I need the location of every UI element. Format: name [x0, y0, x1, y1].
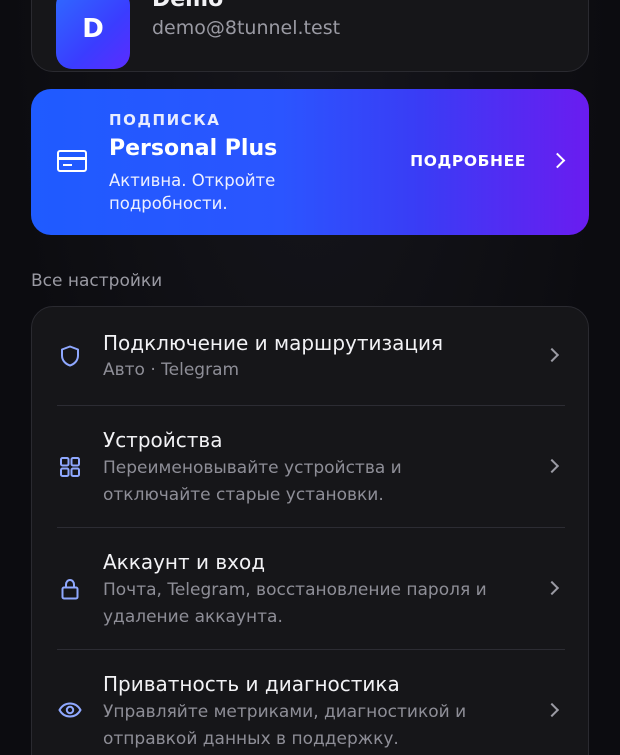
settings-item-title: Аккаунт и вход: [103, 550, 266, 574]
subscription-plan: Personal Plus: [109, 136, 278, 161]
eye-icon: [58, 702, 82, 718]
lock-icon: [61, 578, 79, 600]
subscription-eyebrow: ПОДПИСКА: [109, 111, 221, 129]
subscription-description: Активна. Откройте подробности.: [109, 171, 276, 213]
chevron-right-icon: [544, 580, 560, 596]
settings-item-title: Устройства: [103, 428, 223, 452]
settings-item-subtitle: Почта, Telegram, восстановление пароля и…: [103, 580, 487, 627]
subscription-more-button[interactable]: ПОДРОБНЕЕ: [410, 152, 526, 170]
settings-item-subtitle: Переименовывайте устройства и отключайте…: [103, 458, 402, 505]
settings-item-title: Приватность и диагностика: [103, 672, 400, 696]
settings-item-subtitle: Управляйте метриками, диагностикой и отп…: [103, 702, 467, 749]
settings-page: D Demo demo@8tunnel.test ПОДПИСКА Person…: [0, 0, 620, 755]
settings-item-title: Подключение и маршрутизация: [103, 331, 444, 355]
settings-item-privacy[interactable]: Приватность и диагностика Управляйте мет…: [32, 650, 590, 755]
section-label: Все настройки: [31, 271, 163, 291]
profile-card[interactable]: D Demo demo@8tunnel.test: [31, 0, 589, 72]
settings-item-connection[interactable]: Подключение и маршрутизация Авто · Teleg…: [32, 307, 590, 405]
settings-item-subtitle: Авто · Telegram: [103, 360, 240, 380]
chevron-right-icon: [544, 458, 560, 474]
profile-name: Demo: [152, 0, 223, 12]
grid-icon: [60, 457, 80, 477]
credit-card-icon: [57, 150, 87, 172]
avatar: D: [56, 0, 130, 69]
chevron-right-icon: [544, 347, 560, 363]
settings-item-devices[interactable]: Устройства Переименовывайте устройства и…: [32, 406, 590, 527]
chevron-right-icon: [549, 152, 566, 169]
chevron-right-icon: [544, 702, 560, 718]
profile-email: demo@8tunnel.test: [152, 17, 341, 39]
settings-list: Подключение и маршрутизация Авто · Teleg…: [31, 306, 589, 755]
settings-item-account[interactable]: Аккаунт и вход Почта, Telegram, восстано…: [32, 528, 590, 649]
shield-icon: [61, 345, 79, 367]
subscription-card[interactable]: ПОДПИСКА Personal Plus Активна. Откройте…: [31, 89, 589, 235]
